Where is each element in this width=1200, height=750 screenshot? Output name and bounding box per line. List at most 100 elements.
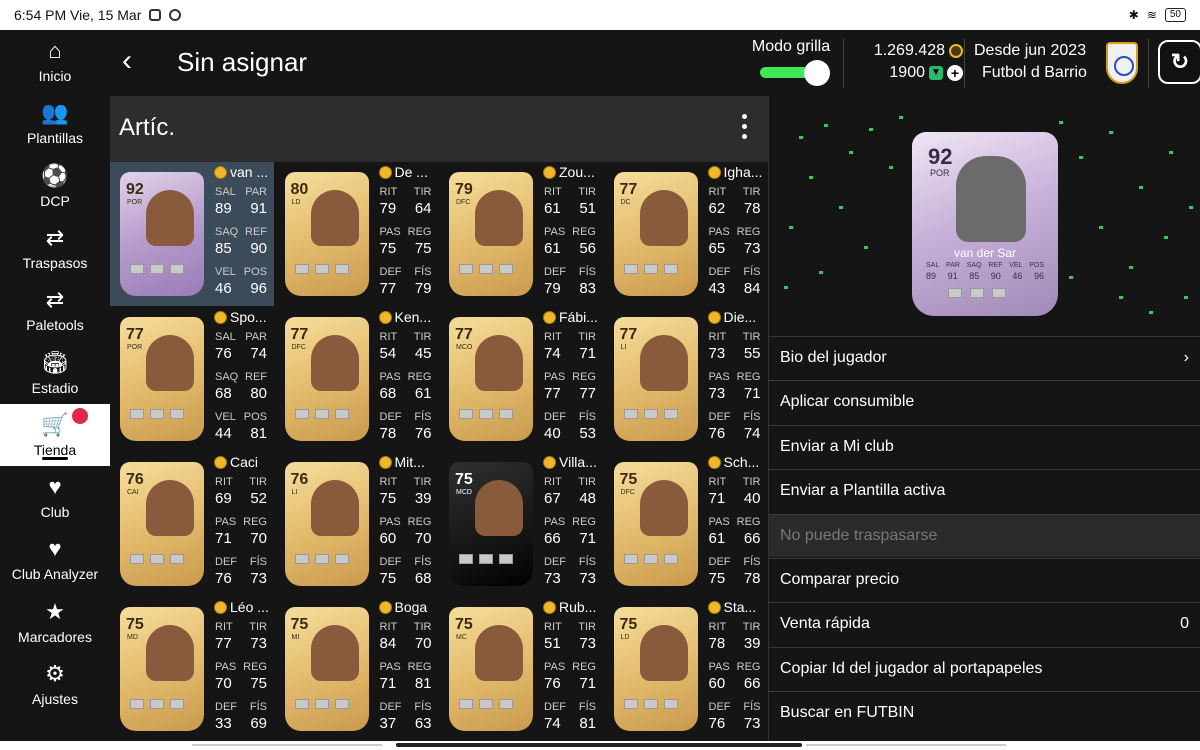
player-item[interactable]: 75 DFC Sch... RIT TIR 71 40 PAS REG 61 66 DEF FÍS 75 7…: [604, 452, 768, 596]
sidebar-item-traspasos[interactable]: ⇄ Traspasos: [0, 217, 110, 279]
player-item[interactable]: 76 CAI Caci RIT TIR 69 52 PAS REG 71 70 DEF FÍS 76 73: [110, 452, 274, 596]
player-item[interactable]: 77 DC Igha... RIT TIR 62 78 PAS REG 65 73 DEF FÍS 43 8…: [604, 162, 768, 306]
nation-flag-icon: [294, 699, 309, 709]
stat-value: 55: [743, 345, 761, 362]
club-badge-icon: [499, 554, 513, 564]
league-icon: [150, 554, 164, 564]
player-item[interactable]: 75 MD Léo ... RIT TIR 77 73 PAS REG 70 75 DEF FÍS 33 6…: [110, 597, 274, 740]
player-item[interactable]: 75 MC Rub... RIT TIR 51 73 PAS REG 76 71 DEF FÍS 74 81: [439, 597, 603, 740]
grid-mode-toggle[interactable]: [752, 60, 830, 86]
stat-label: RIT: [544, 331, 562, 343]
detail-stat-label: SAL: [926, 262, 940, 269]
player-portrait: [475, 190, 523, 246]
points-value: 1900: [889, 64, 925, 81]
chemistry-icon: [707, 310, 721, 324]
stat-label: VEL: [215, 411, 236, 423]
player-item[interactable]: 75 LD Sta... RIT TIR 78 39 PAS REG 60 66 DEF FÍS 76 73: [604, 597, 768, 740]
stat-value: 68: [379, 385, 397, 402]
sidebar-item-label: Club: [40, 504, 70, 521]
player-card: 76 CAI: [120, 462, 204, 586]
menu-item-copiar-id-del-jugador-al-portapapeles[interactable]: Copiar Id del jugador al portapapeles: [769, 646, 1200, 690]
player-item[interactable]: 75 MCD Villa... RIT TIR 67 48 PAS REG 66 71 DEF FÍS 7…: [439, 452, 603, 596]
more-options-icon[interactable]: [742, 114, 750, 139]
player-item[interactable]: 77 MCO Fábi... RIT TIR 74 71 PAS REG 77 77 DEF FÍS 40…: [439, 307, 603, 451]
chemistry-icon: [543, 455, 556, 469]
sidebar-item-ajustes[interactable]: ⚙ Ajustes: [0, 653, 110, 715]
stat-value: 76: [215, 345, 232, 362]
menu-item-comparar-precio[interactable]: Comparar precio: [769, 558, 1200, 601]
stat-value: 76: [414, 425, 432, 442]
stat-label: TIR: [249, 476, 267, 488]
sidebar-item-inicio[interactable]: ⌂ Inicio: [0, 30, 110, 92]
stat-value: 70: [414, 635, 432, 652]
stat-value: 77: [379, 280, 397, 297]
player-portrait: [475, 625, 523, 681]
player-item[interactable]: 92 POR van ... SAL PAR 89 91 SAQ REF 85 90 VEL POS 46…: [110, 162, 274, 306]
player-card: 76 LI: [284, 462, 369, 586]
chemistry-icon: [543, 165, 556, 179]
player-item[interactable]: 80 LD De ... RIT TIR 79 64 PAS REG 75 75 DEF FÍS 77 79: [275, 162, 439, 306]
player-card: 79 DFC: [449, 172, 533, 296]
sidebar-item-plantillas[interactable]: 👥 Plantillas: [0, 92, 110, 154]
player-rating: 75: [455, 616, 473, 633]
home-gesture-bar[interactable]: [396, 743, 802, 747]
menu-item-aplicar-consumible[interactable]: Aplicar consumible: [769, 380, 1200, 423]
player-name-row: Sta...: [707, 599, 756, 615]
menu-item-bio-del-jugador[interactable]: Bio del jugador ›: [769, 336, 1200, 379]
stat-value: 40: [544, 425, 561, 442]
player-portrait: [475, 335, 523, 391]
back-button[interactable]: ‹: [122, 46, 132, 76]
club-badge-icon: [499, 264, 513, 274]
menu-item-enviar-a-plantilla-activa[interactable]: Enviar a Plantilla activa: [769, 469, 1200, 512]
menu-item-buscar-en-futbin[interactable]: Buscar en FUTBIN: [769, 691, 1200, 734]
stat-label: RIT: [379, 476, 398, 488]
player-rating: 77: [126, 326, 144, 343]
sidebar-item-club-analyzer[interactable]: ♥ Club Analyzer: [0, 528, 110, 590]
player-item[interactable]: 79 DFC Zou... RIT TIR 61 51 PAS REG 61 56 DEF FÍS 79 8…: [439, 162, 603, 306]
sidebar-item-estadio[interactable]: 🏟 Estadio: [0, 342, 110, 404]
player-portrait: [639, 625, 688, 681]
player-item[interactable]: 77 LI Die... RIT TIR 73 55 PAS REG 73 71 DEF FÍS 76 74: [604, 307, 768, 451]
menu-item-label: Aplicar consumible: [780, 393, 915, 411]
decorative-dash: [784, 286, 788, 289]
detail-stat-value: 96: [1033, 271, 1044, 281]
league-icon: [479, 264, 493, 274]
stat-value: 84: [743, 280, 761, 297]
stat-value: 85: [215, 240, 232, 257]
menu-item-venta-rápida[interactable]: Venta rápida 0: [769, 602, 1200, 645]
club-badge-icon: [170, 264, 184, 274]
decorative-dash: [1099, 226, 1103, 229]
items-header: Artíc.: [110, 96, 768, 162]
detail-rating: 92: [928, 144, 953, 169]
player-name: Fábi...: [559, 309, 598, 325]
add-points-button[interactable]: +: [947, 65, 963, 81]
player-item[interactable]: 76 LI Mit... RIT TIR 75 39 PAS REG 60 70 DEF FÍS 75 68: [275, 452, 439, 596]
player-item[interactable]: 77 DFC Ken... RIT TIR 54 45 PAS REG 68 61 DEF FÍS 78 7…: [275, 307, 439, 451]
player-position: LD: [620, 634, 630, 641]
sidebar-item-label: Paletools: [26, 317, 84, 334]
transfers-icon: ⇄: [45, 224, 65, 250]
sidebar-item-dcp[interactable]: ⚽ DCP: [0, 155, 110, 217]
player-name-row: Villa...: [543, 454, 597, 470]
decorative-dash: [1079, 156, 1083, 159]
sidebar-item-paletools[interactable]: ⇄ Paletools: [0, 279, 110, 341]
menu-item-no-puede-traspasarse: No puede traspasarse: [769, 513, 1200, 557]
sidebar-item-club[interactable]: ♥ Club: [0, 466, 110, 528]
player-position: CAI: [127, 489, 139, 496]
paletools-logo-icon[interactable]: ↻: [1158, 40, 1200, 84]
stat-value: 90: [250, 240, 267, 257]
stat-label: PAR: [245, 331, 267, 343]
divider: [843, 38, 844, 88]
stat-value: 44: [215, 425, 232, 442]
player-position: DFC: [291, 344, 306, 351]
player-item[interactable]: 77 POR Spo... SAL PAR 76 74 SAQ REF 68 80 VEL POS 44 8…: [110, 307, 274, 451]
sidebar-item-tienda[interactable]: 🛒 Tienda: [0, 403, 110, 466]
stat-label: REG: [407, 516, 432, 528]
sidebar-item-marcadores[interactable]: ★ Marcadores: [0, 591, 110, 653]
player-rating: 75: [290, 616, 309, 633]
player-badges: [130, 264, 184, 274]
player-item[interactable]: 75 MI Boga RIT TIR 84 70 PAS REG 71 81 DEF FÍS 37 63: [275, 597, 439, 740]
menu-item-enviar-a-mi-club[interactable]: Enviar a Mi club: [769, 424, 1200, 468]
stat-label: DEF: [708, 701, 731, 713]
stadium-icon: 🏟: [41, 349, 69, 375]
